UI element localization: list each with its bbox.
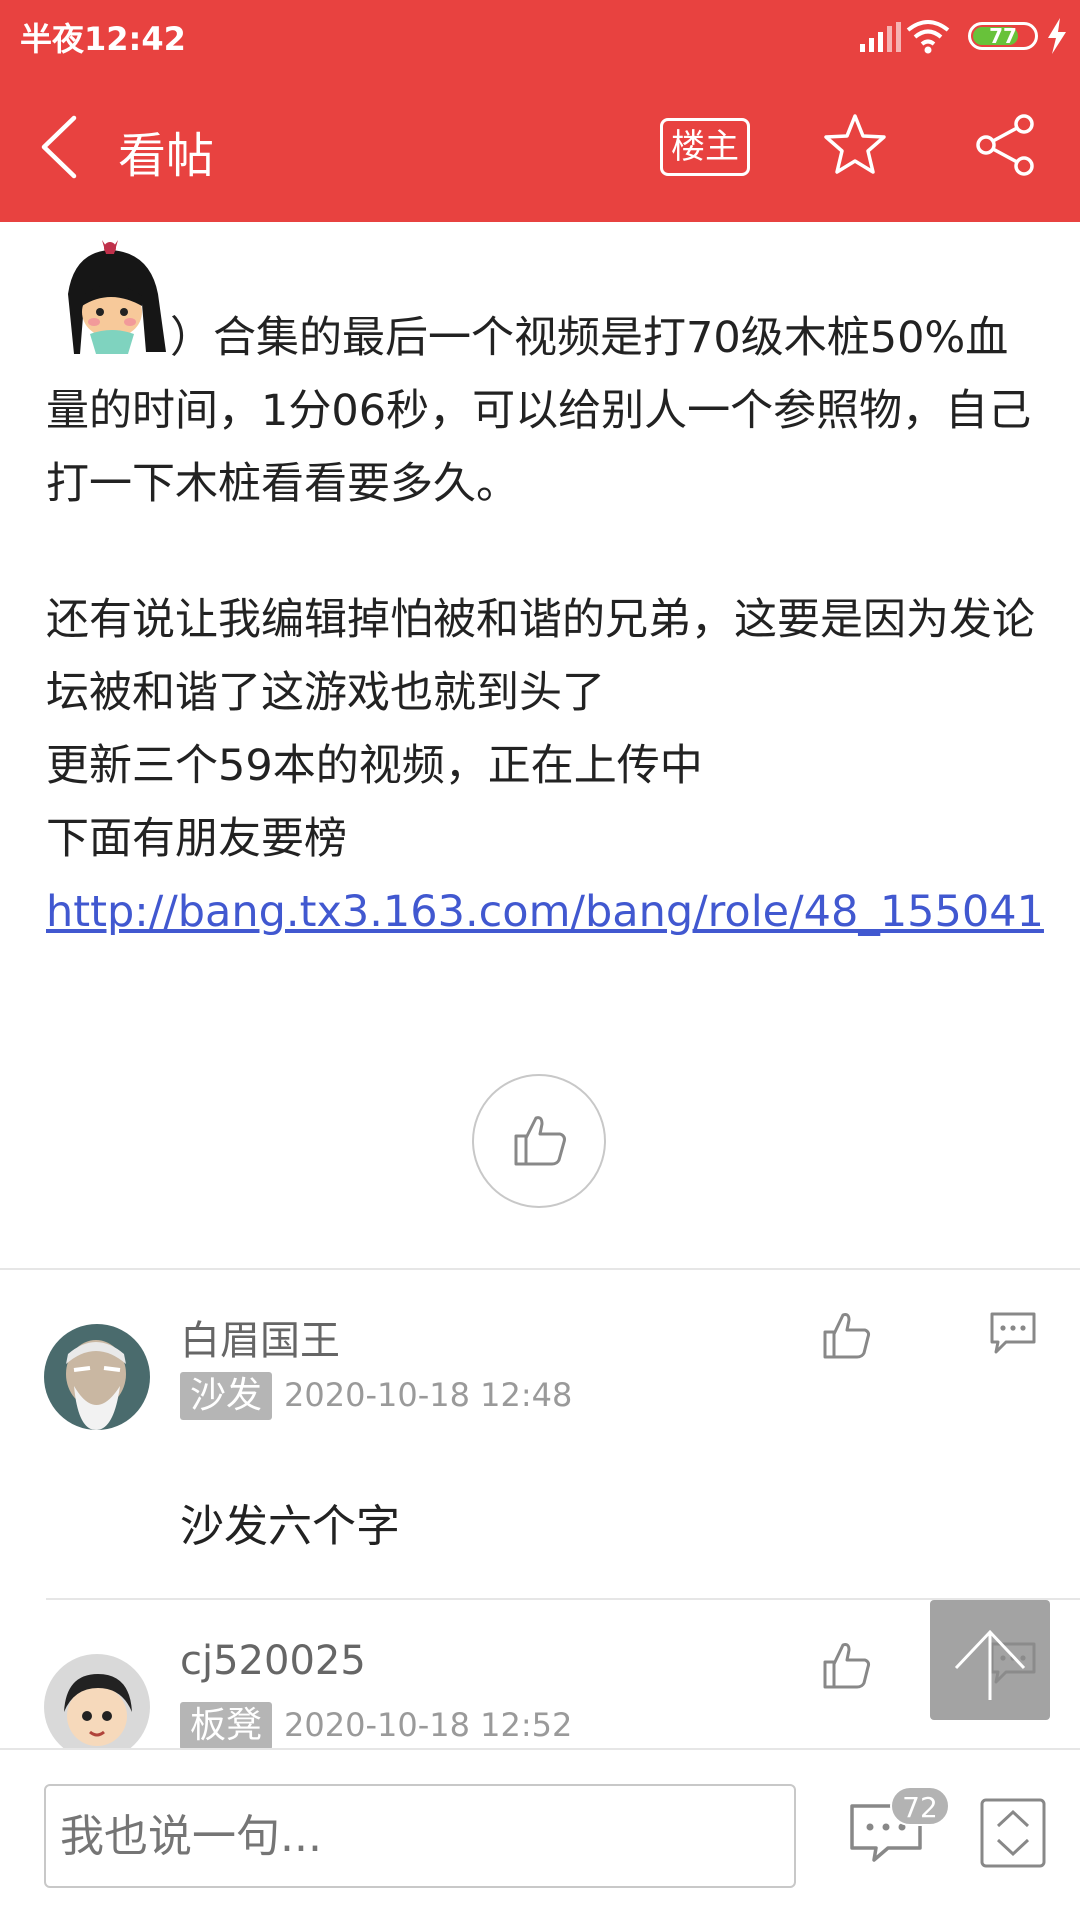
post-like-button[interactable] — [472, 1074, 606, 1208]
arrow-up-icon — [954, 1629, 1026, 1700]
thumbs-up-icon[interactable] — [822, 1640, 872, 1690]
status-bar: 半夜12:42 77 — [0, 0, 1080, 72]
comment-time: 2020-10-18 12:52 — [284, 1706, 573, 1744]
scroll-to-top-button[interactable] — [930, 1600, 1050, 1720]
post-text-2: 还有说让我编辑掉怕被和谐的兄弟，这要是因为发论坛被和谐了这游戏也就到头了 — [46, 595, 1035, 718]
comment-username[interactable]: 白眉国王 — [180, 1308, 340, 1366]
owner-only-button[interactable]: 楼主 — [660, 118, 750, 176]
battery-icon: 77 — [968, 22, 1038, 50]
avatar[interactable] — [44, 1324, 150, 1430]
bottom-bar: 72 — [0, 1748, 1080, 1920]
signal-icon — [860, 22, 901, 52]
reply-input[interactable] — [44, 1784, 796, 1888]
thumbs-up-icon — [514, 1116, 566, 1166]
top-bar: 半夜12:42 77 看帖 楼主 — [0, 0, 1080, 222]
thumbs-up-icon[interactable] — [822, 1310, 872, 1360]
comment-separator — [46, 1598, 1080, 1600]
back-icon[interactable] — [34, 112, 84, 182]
floor-badge: 沙发 — [180, 1372, 273, 1420]
comment-username[interactable]: cj520025 — [180, 1638, 366, 1684]
floor-badge: 板凳 — [180, 1702, 273, 1750]
post-link[interactable]: http://bang.tx3.163.com/bang/role/48_155… — [46, 876, 1046, 949]
page-nav-icon[interactable] — [980, 1798, 1046, 1868]
post-paragraph-2: 还有说让我编辑掉怕被和谐的兄弟，这要是因为发论坛被和谐了这游戏也就到头了 更新三… — [46, 584, 1046, 949]
wifi-icon — [906, 20, 950, 54]
page-title: 看帖 — [118, 128, 215, 184]
star-icon[interactable] — [822, 112, 888, 178]
share-icon[interactable] — [972, 112, 1038, 178]
reply-icon[interactable] — [988, 1310, 1038, 1356]
app-header: 看帖 楼主 — [0, 72, 1080, 222]
post-text-4: 下面有朋友要榜 — [46, 814, 347, 864]
post-text-3: 更新三个59本的视频，正在上传中 — [46, 741, 703, 791]
post-text-1: ）合集的最后一个视频是打70级木桩50%血量的时间，1分06秒，可以给别人一个参… — [46, 313, 1032, 509]
comment-time: 2020-10-18 12:48 — [284, 1376, 573, 1414]
charging-icon — [1048, 18, 1066, 54]
post-paragraph-1: ）合集的最后一个视频是打70级木桩50%血量的时间，1分06秒，可以给别人一个参… — [46, 302, 1046, 521]
battery-percent: 77 — [989, 24, 1017, 48]
avatar[interactable] — [44, 1654, 150, 1760]
comment-text: 沙发六个字 — [180, 1501, 400, 1552]
comment-count-badge: 72 — [890, 1786, 950, 1826]
section-divider — [0, 1268, 1080, 1270]
status-time: 半夜12:42 — [20, 20, 186, 58]
